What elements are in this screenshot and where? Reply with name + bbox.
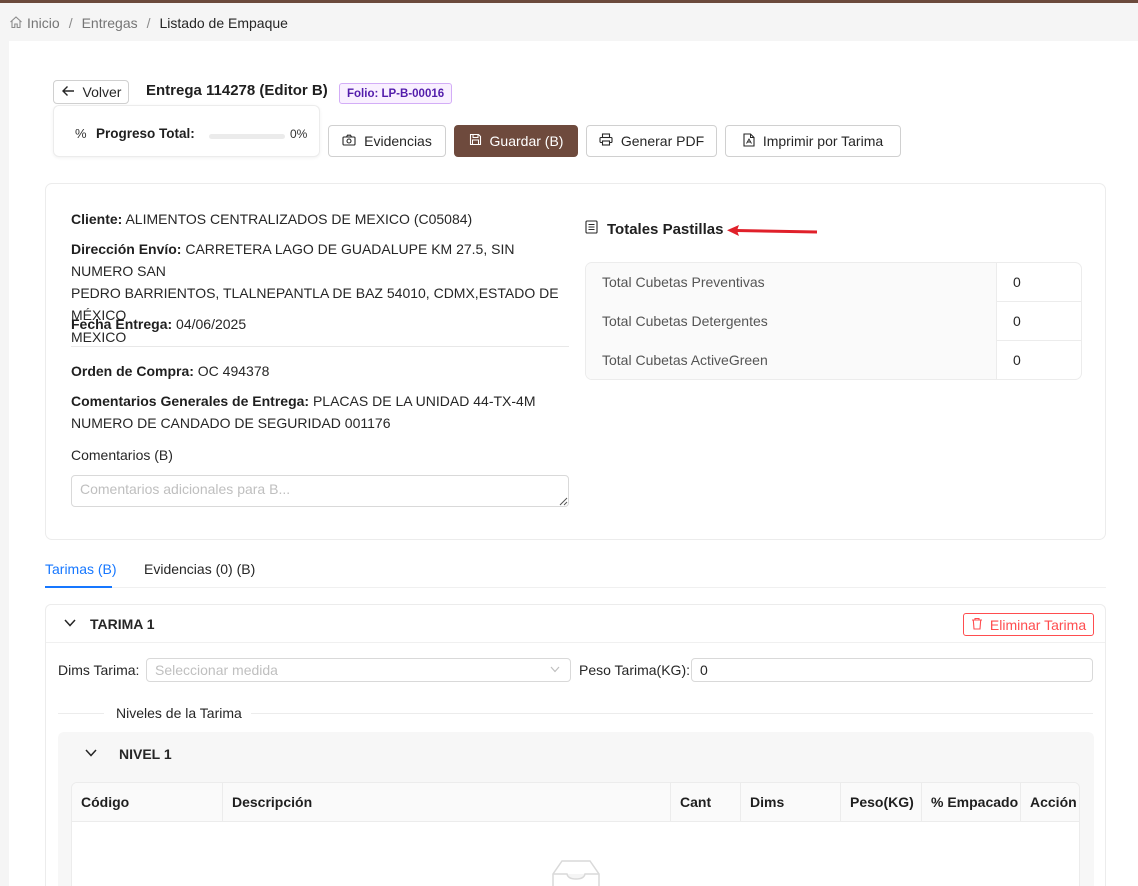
- column-header: % Empacado: [921, 783, 1020, 822]
- breadcrumb-current: Listado de Empaque: [159, 15, 288, 31]
- print-by-pallet-label: Imprimir por Tarima: [762, 133, 884, 149]
- progress-value: 0%: [290, 127, 308, 141]
- camera-icon: [342, 133, 356, 149]
- comentarios-generales-label: Comentarios Generales de Entrega:: [71, 393, 310, 409]
- tabs-bar: Tarimas (B) Evidencias (0) (B): [45, 557, 1106, 588]
- comentarios-input[interactable]: [71, 475, 569, 507]
- totales-row: Total Cubetas ActiveGreen 0: [586, 341, 1081, 379]
- fecha-label: Fecha Entrega:: [71, 316, 173, 332]
- tarima-title: TARIMA 1: [90, 616, 155, 632]
- generate-pdf-label: Generar PDF: [620, 133, 705, 149]
- delete-pallet-button[interactable]: Eliminar Tarima: [963, 613, 1094, 636]
- column-header: Dims: [740, 783, 840, 822]
- direccion-label: Dirección Envío:: [71, 241, 182, 257]
- tarima-panel: TARIMA 1 Eliminar Tarima Dims Tarima: Se…: [45, 604, 1106, 886]
- cliente-row: Cliente: ALIMENTOS CENTRALIZADOS DE MEXI…: [71, 208, 472, 230]
- tab-active-indicator: [45, 586, 112, 588]
- cliente-value: ALIMENTOS CENTRALIZADOS DE MEXICO (C0508…: [125, 211, 473, 227]
- page-title: Entrega 114278 (Editor B): [146, 82, 328, 99]
- items-table: Código Descripción Cant Dims Peso(KG) % …: [71, 782, 1080, 886]
- save-icon: [469, 133, 482, 149]
- totales-row-value: 0: [1013, 274, 1021, 290]
- peso-tarima-input[interactable]: 0: [691, 658, 1093, 682]
- comentarios-generales-line-2: NUMERO DE CANDADO DE SEGURIDAD 001176: [71, 415, 391, 431]
- comentarios-generales-row: Comentarios Generales de Entrega: PLACAS…: [71, 390, 535, 434]
- main-content: Volver Entrega 114278 (Editor B) Folio: …: [9, 41, 1138, 886]
- orden-label: Orden de Compra:: [71, 363, 194, 379]
- niveles-divider: [58, 713, 104, 714]
- select-arrow-icon: [550, 666, 560, 673]
- column-header: Peso(KG): [840, 783, 921, 822]
- column-header: Cant: [670, 783, 740, 822]
- dims-tarima-placeholder: Seleccionar medida: [155, 662, 278, 678]
- dims-tarima-select[interactable]: Seleccionar medida: [146, 658, 571, 682]
- column-header: Descripción: [222, 783, 670, 822]
- totales-table: Total Cubetas Preventivas 0 Total Cubeta…: [585, 262, 1082, 380]
- progress-bar: [209, 134, 285, 139]
- totales-title: Totales Pastillas: [607, 220, 724, 238]
- peso-tarima-label: Peso Tarima(KG):: [579, 662, 690, 678]
- chevron-down-icon[interactable]: [85, 749, 97, 757]
- tab-evidencias-label: Evidencias (0) (B): [144, 561, 256, 577]
- pdf-file-icon: [743, 132, 755, 150]
- generate-pdf-button[interactable]: Generar PDF: [586, 125, 717, 157]
- trash-icon: [971, 617, 983, 633]
- save-button-label: Guardar (B): [489, 133, 564, 149]
- breadcrumb: Inicio / Entregas / Listado de Empaque: [9, 13, 288, 33]
- dims-tarima-label: Dims Tarima:: [58, 662, 140, 678]
- tab-evidencias[interactable]: Evidencias (0) (B): [144, 561, 255, 577]
- arrow-left-icon: [61, 84, 75, 100]
- breadcrumb-home[interactable]: Inicio: [27, 15, 60, 31]
- totales-row-label: Total Cubetas Detergentes: [586, 302, 997, 341]
- fecha-row: Fecha Entrega: 04/06/2025: [71, 313, 246, 335]
- breadcrumb-separator: /: [146, 15, 151, 31]
- home-icon: [9, 15, 27, 32]
- breadcrumb-entregas[interactable]: Entregas: [82, 15, 138, 31]
- delete-pallet-label: Eliminar Tarima: [989, 616, 1087, 633]
- column-header: Código: [81, 794, 130, 810]
- folio-badge: Folio: LP-B-00016: [339, 83, 453, 104]
- cliente-label: Cliente:: [71, 211, 123, 227]
- orden-row: Orden de Compra: OC 494378: [71, 360, 269, 382]
- back-button[interactable]: Volver: [53, 80, 129, 104]
- printer-icon: [599, 133, 613, 149]
- tab-tarimas[interactable]: Tarimas (B): [45, 561, 117, 577]
- annotation-arrow: [727, 225, 818, 236]
- back-button-label: Volver: [82, 84, 122, 100]
- orden-value: OC 494378: [197, 363, 270, 379]
- tarima-header[interactable]: TARIMA 1 Eliminar Tarima: [46, 605, 1105, 643]
- info-divider: [71, 346, 569, 347]
- percent-icon: %: [75, 126, 87, 141]
- save-button[interactable]: Guardar (B): [454, 125, 578, 157]
- niveles-divider: [251, 713, 1093, 714]
- progress-label: Progreso Total:: [96, 126, 195, 141]
- print-by-pallet-button[interactable]: Imprimir por Tarima: [725, 125, 901, 157]
- breadcrumb-separator: /: [68, 15, 73, 31]
- niveles-label: Niveles de la Tarima: [116, 705, 242, 721]
- totales-row: Total Cubetas Detergentes 0: [586, 302, 1081, 341]
- table-header: Código Descripción Cant Dims Peso(KG) % …: [72, 783, 1079, 822]
- fecha-value: 04/06/2025: [176, 316, 247, 332]
- totales-row-value: 0: [1013, 313, 1021, 329]
- delivery-info-card: Cliente: ALIMENTOS CENTRALIZADOS DE MEXI…: [45, 183, 1106, 540]
- nivel-title: NIVEL 1: [119, 746, 172, 762]
- totales-row-label: Total Cubetas ActiveGreen: [586, 341, 997, 379]
- totales-row: Total Cubetas Preventivas 0: [586, 263, 1081, 302]
- evidencias-button-label: Evidencias: [364, 133, 432, 149]
- comentarios-generales-line-1: PLACAS DE LA UNIDAD 44-TX-4M: [312, 393, 536, 409]
- empty-inbox-icon: [552, 860, 600, 886]
- evidencias-button[interactable]: Evidencias: [328, 125, 446, 157]
- top-accent-bar: [0, 0, 1138, 3]
- progress-card: % Progreso Total: 0%: [53, 105, 320, 157]
- totales-row-label: Total Cubetas Preventivas: [586, 263, 997, 302]
- totales-row-value: 0: [1013, 352, 1021, 368]
- column-header: Acción: [1020, 783, 1079, 822]
- tab-tarimas-label: Tarimas (B): [45, 561, 117, 577]
- nivel-panel: NIVEL 1 Código Descripción Cant Dims Pes…: [58, 732, 1094, 886]
- chevron-down-icon[interactable]: [64, 619, 76, 627]
- comentarios-label: Comentarios (B): [71, 447, 173, 463]
- totales-header: Totales Pastillas: [585, 220, 723, 238]
- document-list-icon: [585, 220, 598, 238]
